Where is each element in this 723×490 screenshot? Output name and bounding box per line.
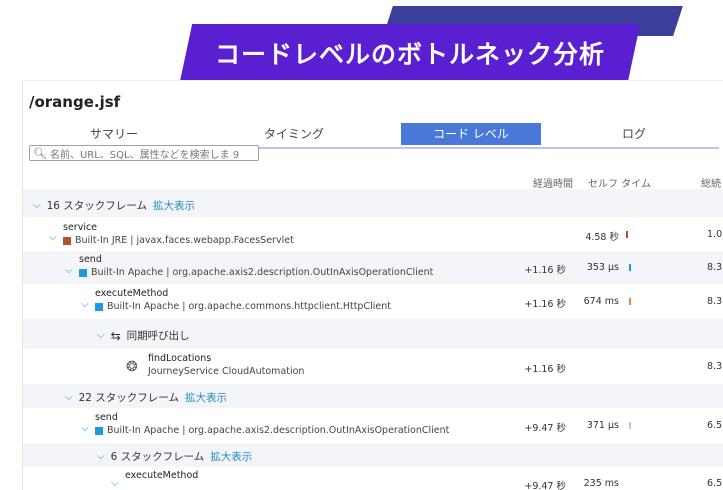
- tab-timing[interactable]: タイミング: [209, 123, 379, 145]
- chevron-down-icon[interactable]: ⌵: [33, 200, 41, 211]
- column-total[interactable]: 総続: [701, 175, 721, 190]
- jre-marker: [63, 236, 71, 245]
- tab-code-level[interactable]: コード レベル: [401, 123, 541, 145]
- expand-link[interactable]: 拡大表示: [210, 449, 252, 464]
- sync-arrows-icon: ⇆: [110, 328, 121, 343]
- chevron-down-icon[interactable]: ⌵: [97, 330, 105, 341]
- column-self-time[interactable]: セルフ タイム: [588, 175, 651, 190]
- tree-node[interactable]: ⌵ executeMethod Built-In Apache | org.ap…: [23, 285, 723, 318]
- chevron-down-icon[interactable]: ⌵: [49, 232, 57, 243]
- bug-icon: ❂: [126, 359, 138, 375]
- stack-frame-group: ⌵ 22 スタックフレーム 拡大表示: [23, 384, 723, 408]
- chevron-down-icon[interactable]: ⌵: [65, 392, 73, 403]
- page-title: /orange.jsf: [29, 93, 121, 111]
- trace-panel: /orange.jsf サマリー タイミング コード レベル ログ 🔍︎ 名前、…: [22, 80, 723, 490]
- search-input[interactable]: 🔍︎ 名前、URL、SQL、属性などを検索しま 9: [29, 145, 259, 161]
- column-elapsed[interactable]: 経過時間: [533, 175, 573, 190]
- tree-node[interactable]: ❂ findLocations JourneyService CloudAuto…: [23, 350, 723, 383]
- tree-node[interactable]: ⌵ send Built-In Apache | org.apache.axis…: [23, 251, 723, 284]
- stack-frame-group: ⌵ 6 スタックフレーム 拡大表示: [23, 443, 723, 467]
- apache-marker: [95, 302, 103, 311]
- tree-node[interactable]: ⌵ send Built-In Apache | org.apache.axis…: [23, 409, 723, 442]
- chevron-down-icon[interactable]: ⌵: [97, 451, 105, 462]
- stack-frame-group: ⌵ 16 スタックフレーム 拡大表示: [23, 189, 723, 217]
- search-icon: 🔍︎: [33, 146, 47, 160]
- banner-title: コードレベルのボトルネック分析: [214, 40, 605, 69]
- search-placeholder: 名前、URL、SQL、属性などを検索しま 9: [49, 149, 240, 161]
- tree-node[interactable]: ⌵ executeMethod +9.47 秒 235 ms 6.5: [23, 468, 723, 490]
- self-time-bar: [626, 231, 628, 238]
- apache-marker: [95, 426, 103, 435]
- tab-log[interactable]: ログ: [549, 123, 719, 145]
- self-time-bar: [629, 264, 631, 271]
- chevron-down-icon[interactable]: ⌵: [81, 299, 89, 310]
- chevron-down-icon[interactable]: ⌵: [81, 423, 89, 434]
- tab-summary[interactable]: サマリー: [29, 123, 199, 145]
- self-time-bar: [629, 298, 631, 305]
- tree-node[interactable]: ⌵ service Built-In JRE | javax.faces.web…: [23, 218, 723, 250]
- title-banner: コードレベルのボトルネック分析: [179, 24, 641, 82]
- chevron-down-icon[interactable]: ⌵: [65, 265, 73, 276]
- apache-marker: [79, 268, 87, 277]
- expand-link[interactable]: 拡大表示: [153, 198, 195, 213]
- chevron-down-icon[interactable]: ⌵: [111, 478, 119, 489]
- sync-call-row[interactable]: ⌵ ⇆ 同期呼び出し: [23, 319, 723, 349]
- expand-link[interactable]: 拡大表示: [185, 390, 227, 405]
- self-time-bar: [629, 422, 631, 429]
